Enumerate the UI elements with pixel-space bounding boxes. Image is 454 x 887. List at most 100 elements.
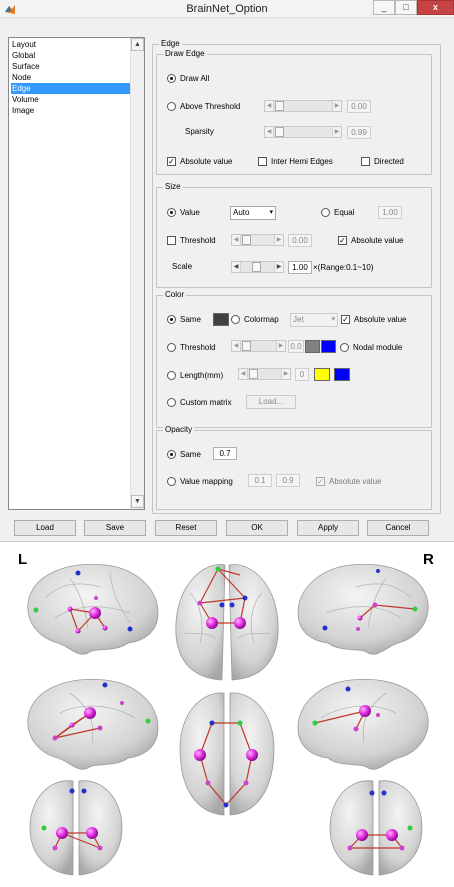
cancel-button[interactable]: Cancel bbox=[367, 520, 429, 536]
slider-left-arrow-icon[interactable]: ◀ bbox=[239, 369, 248, 379]
size-value-select-text: Auto bbox=[233, 208, 250, 217]
size-threshold-slider[interactable]: ◀ ▶ bbox=[231, 234, 284, 246]
directed-checkbox[interactable] bbox=[361, 157, 370, 166]
slider-right-arrow-icon[interactable]: ▶ bbox=[276, 341, 285, 351]
length-high-color-swatch[interactable] bbox=[334, 368, 350, 381]
slider-thumb[interactable] bbox=[242, 235, 251, 245]
threshold-high-color-swatch[interactable] bbox=[321, 340, 336, 353]
opacity-max-field[interactable]: 0.9 bbox=[276, 474, 300, 487]
load-button[interactable]: Load bbox=[14, 520, 76, 536]
custom-matrix-radio[interactable] bbox=[167, 398, 176, 407]
list-scrollbar[interactable]: ▲ ▼ bbox=[130, 38, 144, 509]
length-radio[interactable] bbox=[167, 371, 176, 380]
size-title: Size bbox=[163, 182, 183, 192]
color-same-radio[interactable] bbox=[167, 315, 176, 324]
slider-left-arrow-icon[interactable]: ◀ bbox=[232, 235, 241, 245]
list-item-layout[interactable]: Layout bbox=[11, 39, 129, 50]
slider-thumb[interactable] bbox=[275, 127, 284, 137]
brain-views-graphic bbox=[27, 563, 429, 876]
color-threshold-radio[interactable] bbox=[167, 343, 176, 352]
list-item-surface[interactable]: Surface bbox=[11, 61, 129, 72]
list-item-global[interactable]: Global bbox=[11, 50, 129, 61]
custom-matrix-load-button[interactable]: Load... bbox=[246, 395, 296, 409]
color-title: Color bbox=[163, 290, 187, 300]
scale-slider[interactable]: ◀ ▶ bbox=[231, 261, 284, 273]
draw-absolute-value-checkbox[interactable]: ✓ bbox=[167, 157, 176, 166]
nodal-module-radio[interactable] bbox=[340, 343, 349, 352]
color-threshold-field[interactable]: 0.0 bbox=[288, 340, 304, 353]
slider-left-arrow-icon[interactable]: ◀ bbox=[265, 101, 274, 111]
size-threshold-label: Threshold bbox=[180, 236, 216, 245]
opacity-min-field[interactable]: 0.1 bbox=[248, 474, 272, 487]
brain-view-front bbox=[29, 780, 123, 876]
close-button[interactable]: x bbox=[417, 0, 454, 15]
ok-button[interactable]: OK bbox=[226, 520, 288, 536]
slider-thumb[interactable] bbox=[275, 101, 284, 111]
slider-right-arrow-icon[interactable]: ▶ bbox=[274, 235, 283, 245]
opacity-same-radio[interactable] bbox=[167, 450, 176, 459]
reset-button[interactable]: Reset bbox=[155, 520, 217, 536]
options-window: Layout Global Surface Node Edge Volume I… bbox=[0, 18, 454, 542]
list-item-node[interactable]: Node bbox=[11, 72, 129, 83]
slider-left-arrow-icon[interactable]: ◀ bbox=[265, 127, 274, 137]
length-label: Length(mm) bbox=[180, 371, 224, 380]
slider-right-arrow-icon[interactable]: ▶ bbox=[332, 127, 341, 137]
color-threshold-slider[interactable]: ◀ ▶ bbox=[231, 340, 286, 352]
colormap-select[interactable]: Jet ▾ bbox=[290, 313, 338, 327]
list-item-image[interactable]: Image bbox=[11, 105, 129, 116]
slider-thumb[interactable] bbox=[252, 262, 261, 272]
brain-view-left-medial bbox=[27, 678, 159, 770]
colormap-radio[interactable] bbox=[231, 315, 240, 324]
list-item-edge[interactable]: Edge bbox=[11, 83, 131, 94]
opacity-title: Opacity bbox=[163, 425, 195, 435]
threshold-slider[interactable]: ◀ ▶ bbox=[264, 100, 342, 112]
size-equal-field[interactable]: 1.00 bbox=[378, 206, 402, 219]
size-threshold-checkbox[interactable] bbox=[167, 236, 176, 245]
slider-thumb[interactable] bbox=[249, 369, 258, 379]
size-value-select[interactable]: Auto ▾ bbox=[230, 206, 276, 220]
length-low-color-swatch[interactable] bbox=[314, 368, 330, 381]
brain-view-bottom bbox=[179, 692, 275, 816]
maximize-button[interactable]: □ bbox=[395, 0, 417, 15]
same-color-swatch[interactable] bbox=[213, 313, 229, 326]
size-equal-radio[interactable] bbox=[321, 208, 330, 217]
list-item-volume[interactable]: Volume bbox=[11, 94, 129, 105]
brain-view-left-lateral bbox=[27, 563, 159, 655]
nodal-module-label: Nodal module bbox=[353, 343, 403, 352]
draw-all-label: Draw All bbox=[180, 74, 210, 83]
scroll-up-arrow-icon[interactable]: ▲ bbox=[131, 38, 144, 51]
category-list[interactable]: Layout Global Surface Node Edge Volume I… bbox=[8, 37, 145, 510]
size-value-radio[interactable] bbox=[167, 208, 176, 217]
color-absolute-value-checkbox[interactable]: ✓ bbox=[341, 315, 350, 324]
slider-thumb[interactable] bbox=[242, 341, 251, 351]
save-button[interactable]: Save bbox=[84, 520, 146, 536]
sparsity-value-field[interactable]: 0.99 bbox=[347, 126, 371, 139]
color-threshold-label: Threshold bbox=[180, 343, 216, 352]
length-value-field[interactable]: 0 bbox=[295, 368, 309, 381]
inter-hemi-edges-label: Inter Hemi Edges bbox=[271, 157, 333, 166]
above-threshold-radio[interactable] bbox=[167, 102, 176, 111]
minimize-button[interactable]: _ bbox=[373, 0, 395, 15]
brain-view-top bbox=[175, 564, 279, 681]
size-threshold-field[interactable]: 0.00 bbox=[288, 234, 312, 247]
slider-right-arrow-icon[interactable]: ▶ bbox=[332, 101, 341, 111]
apply-button[interactable]: Apply bbox=[297, 520, 359, 536]
slider-left-arrow-icon[interactable]: ◀ bbox=[232, 262, 241, 272]
threshold-low-color-swatch[interactable] bbox=[305, 340, 320, 353]
slider-right-arrow-icon[interactable]: ▶ bbox=[274, 262, 283, 272]
length-slider[interactable]: ◀ ▶ bbox=[238, 368, 291, 380]
sparsity-slider[interactable]: ◀ ▶ bbox=[264, 126, 342, 138]
slider-right-arrow-icon[interactable]: ▶ bbox=[281, 369, 290, 379]
size-absolute-value-checkbox[interactable]: ✓ bbox=[338, 236, 347, 245]
slider-left-arrow-icon[interactable]: ◀ bbox=[232, 341, 241, 351]
inter-hemi-edges-checkbox[interactable] bbox=[258, 157, 267, 166]
opacity-same-field[interactable]: 0.7 bbox=[213, 447, 237, 460]
scroll-down-arrow-icon[interactable]: ▼ bbox=[131, 495, 144, 508]
chevron-down-icon: ▾ bbox=[331, 316, 335, 323]
value-mapping-radio[interactable] bbox=[167, 477, 176, 486]
scale-value-field[interactable]: 1.00 bbox=[288, 261, 312, 274]
threshold-value-field[interactable]: 0.00 bbox=[347, 100, 371, 113]
opacity-absolute-value-checkbox[interactable]: ✓ bbox=[316, 477, 325, 486]
draw-all-radio[interactable] bbox=[167, 74, 176, 83]
size-value-label: Value bbox=[180, 208, 200, 217]
